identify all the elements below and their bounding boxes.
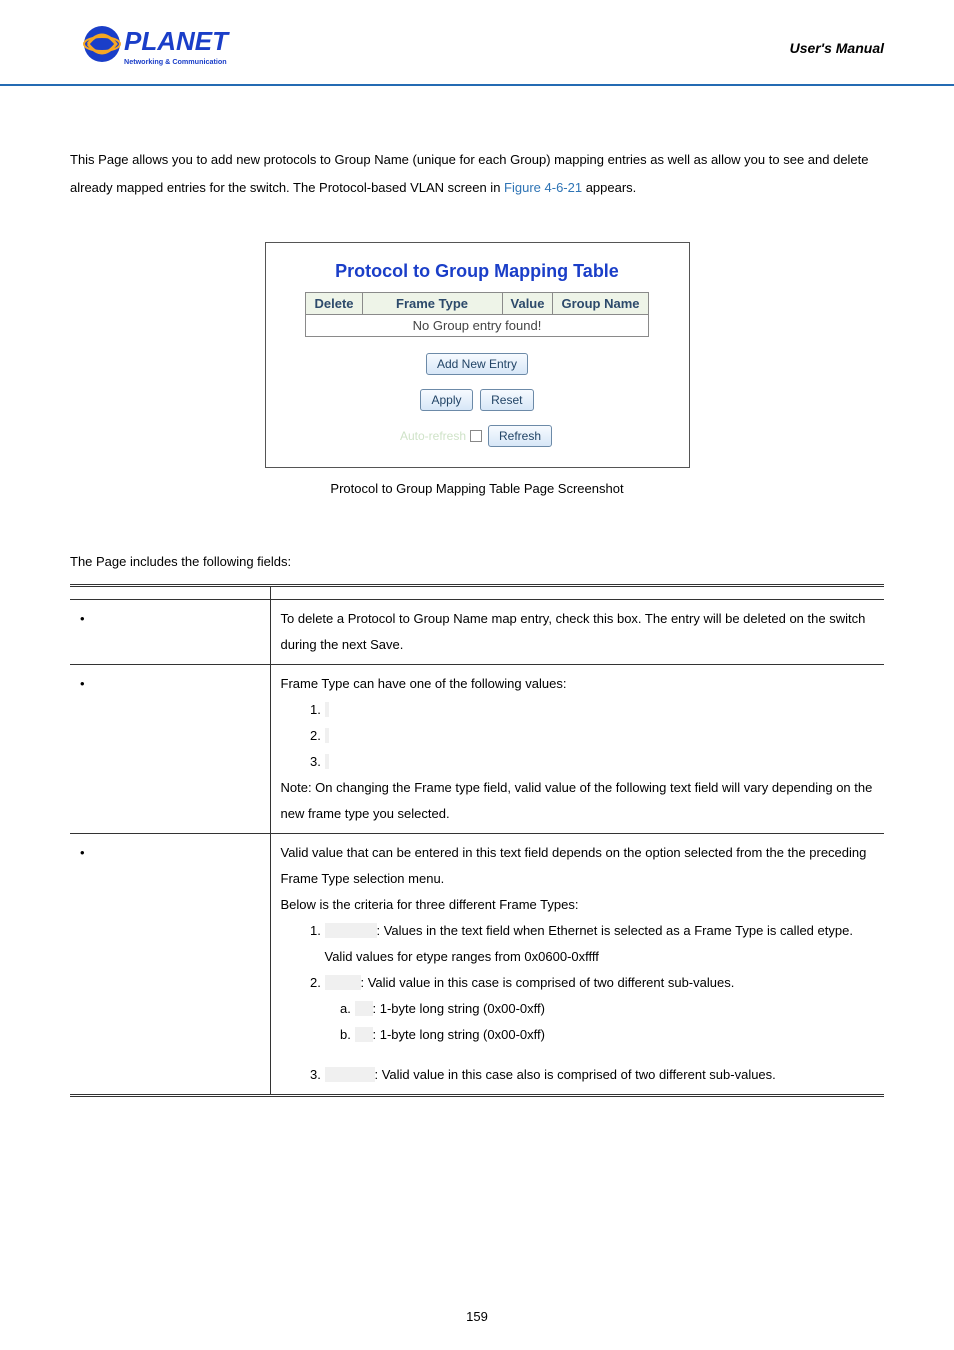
frametype-opt2 (325, 728, 329, 743)
auto-refresh-checkbox[interactable] (470, 430, 482, 442)
criteria-item: : Valid value in this case also is compr… (325, 1062, 875, 1088)
frametype-opt3 (325, 754, 329, 769)
frametype-note: Note: On changing the Frame type field, … (281, 780, 873, 821)
criteria-item: : Valid value in this case is comprised … (325, 970, 875, 1062)
object-delete: • (80, 606, 260, 632)
col-value: Value (502, 292, 553, 314)
table-row: • To delete a Protocol to Group Name map… (70, 600, 884, 665)
desc-frametype: Frame Type can have one of the following… (270, 665, 884, 834)
intro-paragraph: This Page allows you to add new protocol… (70, 146, 884, 202)
object-value: • (80, 840, 260, 866)
planet-logo-icon: PLANET Networking & Communication (80, 22, 255, 72)
fields-intro: The Page includes the following fields: (70, 548, 884, 576)
table-row: • Frame Type can have one of the followi… (70, 665, 884, 834)
crit1-prefix (325, 923, 377, 938)
sub-b-text: : 1-byte long string (0x00-0xff) (373, 1027, 545, 1042)
bullet-icon: • (80, 671, 85, 697)
criteria-list: : Values in the text field when Ethernet… (281, 918, 875, 1088)
manual-title: User's Manual (790, 22, 884, 56)
intro-lead: This Page allows you to add new protocol… (70, 152, 869, 195)
desc-value: Valid value that can be entered in this … (270, 834, 884, 1096)
svg-text:Networking & Communication: Networking & Communication (124, 57, 227, 66)
frametype-opt1 (325, 702, 329, 717)
sub-a-prefix (355, 1001, 373, 1016)
auto-refresh-row: Auto-refresh Refresh (278, 423, 677, 449)
add-new-entry-button[interactable]: Add New Entry (426, 353, 528, 375)
document-page: PLANET Networking & Communication User's… (0, 0, 954, 1350)
subvalue-item: : 1-byte long string (0x00-0xff) (355, 1022, 875, 1048)
frametype-list (281, 697, 875, 775)
subvalue-item: : 1-byte long string (0x00-0xff) (355, 996, 875, 1022)
refresh-button[interactable]: Refresh (488, 425, 552, 447)
value-lead: Valid value that can be entered in this … (281, 840, 875, 892)
col-frametype: Frame Type (362, 292, 502, 314)
sub-a-text: : 1-byte long string (0x00-0xff) (373, 1001, 545, 1016)
bullet-icon: • (80, 840, 85, 866)
screenshot-figure: Protocol to Group Mapping Table Delete F… (265, 242, 690, 468)
brand-logo: PLANET Networking & Communication (80, 22, 255, 72)
no-entry-row: No Group entry found! (306, 314, 648, 336)
apply-button[interactable]: Apply (420, 389, 472, 411)
col-delete: Delete (306, 292, 362, 314)
bullet-icon: • (80, 606, 85, 632)
desc-lead: Frame Type can have one of the following… (281, 676, 567, 691)
crit1-text: : Values in the text field when Ethernet… (325, 923, 853, 964)
crit2-prefix (325, 975, 361, 990)
svg-text:PLANET: PLANET (124, 26, 230, 56)
page-header: PLANET Networking & Communication User's… (0, 0, 954, 86)
figure-link[interactable]: Figure 4-6-21 (504, 180, 582, 195)
col-groupname: Group Name (553, 292, 648, 314)
figure-title: Protocol to Group Mapping Table (278, 261, 677, 282)
fields-table: • To delete a Protocol to Group Name map… (70, 584, 884, 1097)
mapping-table: Delete Frame Type Value Group Name No Gr… (305, 292, 648, 337)
reset-button[interactable]: Reset (480, 389, 533, 411)
intro-tail: appears. (582, 180, 636, 195)
sub-b-prefix (355, 1027, 373, 1042)
crit3-prefix (325, 1067, 375, 1082)
figure-caption: Protocol to Group Mapping Table Page Scr… (70, 480, 884, 498)
crit3-text: : Valid value in this case also is compr… (375, 1067, 776, 1082)
object-frametype: • (80, 671, 260, 697)
crit2-text: : Valid value in this case is comprised … (361, 975, 735, 990)
page-number: 159 (0, 1309, 954, 1324)
desc-delete: To delete a Protocol to Group Name map e… (270, 600, 884, 665)
criteria-lead: Below is the criteria for three differen… (281, 892, 875, 918)
th-description (270, 586, 884, 600)
page-content: This Page allows you to add new protocol… (0, 86, 954, 1097)
subvalue-list: : 1-byte long string (0x00-0xff) : 1-byt… (325, 996, 875, 1048)
auto-refresh-label: Auto-refresh (400, 429, 466, 443)
th-object (70, 586, 270, 600)
table-row: • Valid value that can be entered in thi… (70, 834, 884, 1096)
criteria-item: : Values in the text field when Ethernet… (325, 918, 875, 970)
